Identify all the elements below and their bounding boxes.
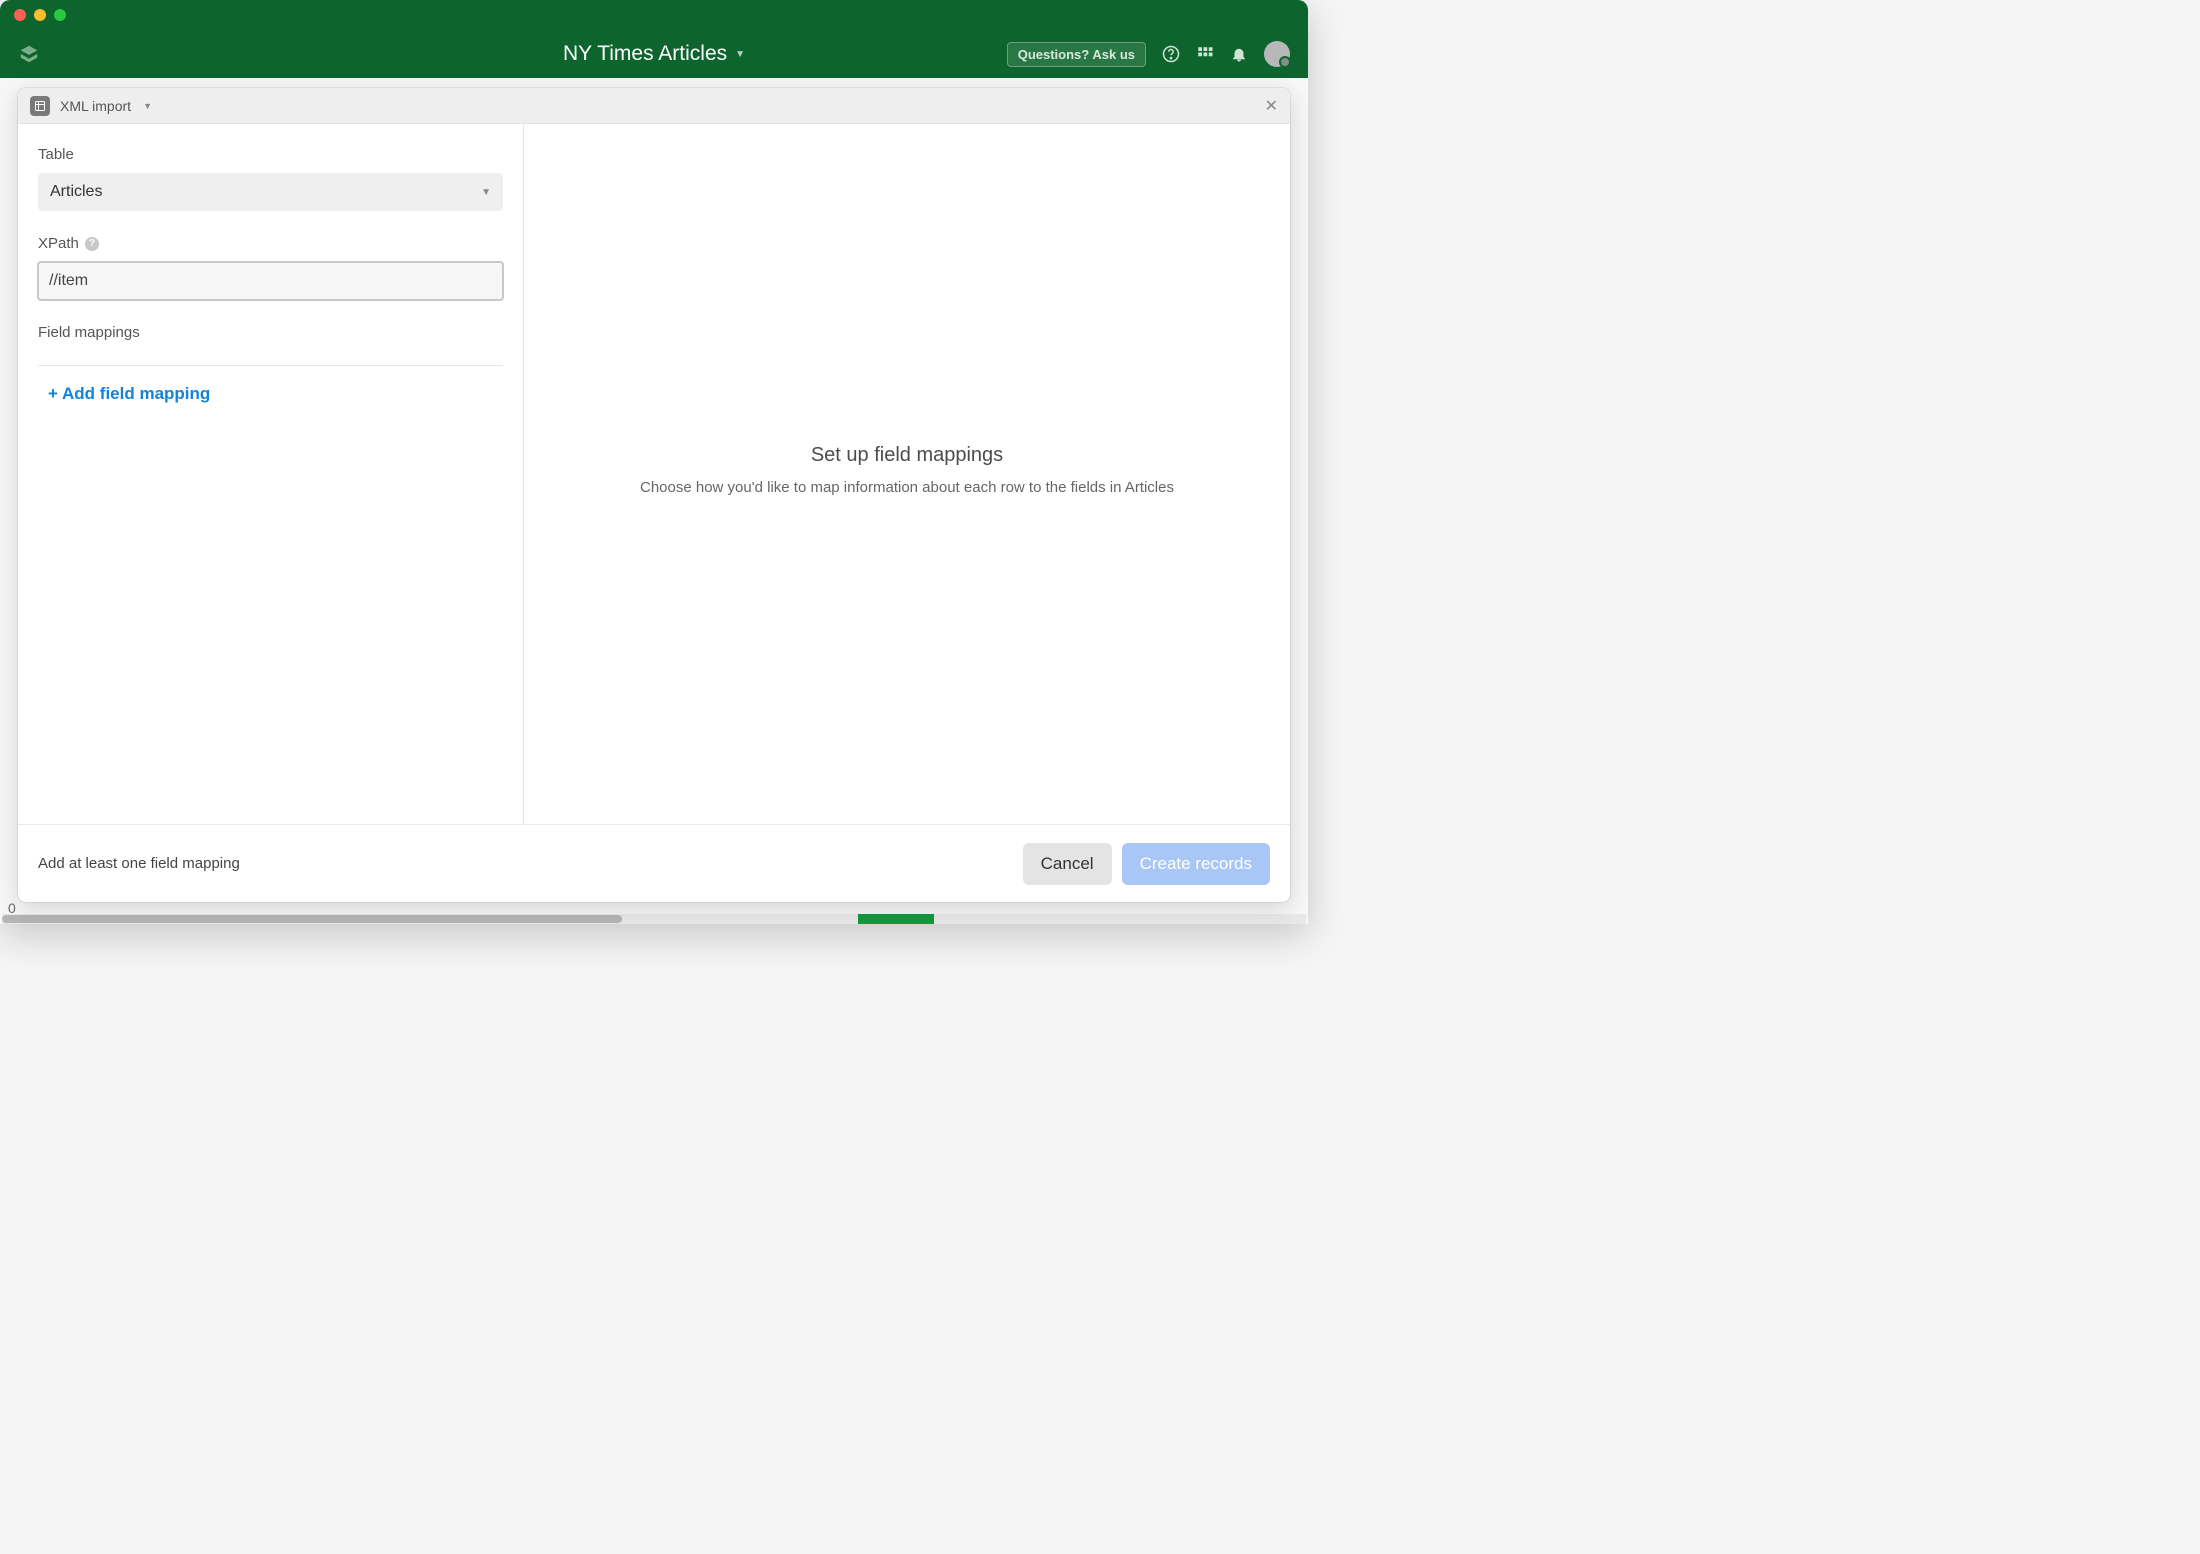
macos-window: NY Times Articles ▼ Questions? Ask us 0 bbox=[0, 0, 1308, 924]
right-pane-title: Set up field mappings bbox=[811, 444, 1003, 467]
xml-import-modal: XML import ▼ ✕ Table Articles ▼ XPath ? … bbox=[18, 88, 1290, 902]
modal-body: Table Articles ▼ XPath ? Field mappings … bbox=[18, 124, 1290, 824]
cancel-button[interactable]: Cancel bbox=[1023, 843, 1112, 885]
add-field-mapping-button[interactable]: + Add field mapping bbox=[48, 384, 503, 404]
minimize-window-button[interactable] bbox=[34, 9, 46, 21]
help-icon[interactable] bbox=[1162, 45, 1180, 63]
modal-titlebar: XML import ▼ ✕ bbox=[18, 88, 1290, 124]
apps-grid-icon[interactable] bbox=[1196, 45, 1214, 63]
base-title: NY Times Articles bbox=[563, 42, 727, 66]
horizontal-scrollbar-thumb[interactable] bbox=[2, 915, 622, 923]
table-select-value: Articles bbox=[50, 183, 102, 201]
maximize-window-button[interactable] bbox=[54, 9, 66, 21]
close-modal-button[interactable]: ✕ bbox=[1265, 96, 1278, 116]
chevron-down-icon: ▼ bbox=[481, 187, 491, 198]
block-icon bbox=[30, 96, 50, 116]
divider bbox=[38, 365, 503, 366]
footer-message: Add at least one field mapping bbox=[38, 855, 240, 872]
app-header: NY Times Articles ▼ Questions? Ask us bbox=[0, 30, 1308, 78]
xpath-input[interactable] bbox=[38, 262, 503, 300]
table-label: Table bbox=[38, 146, 503, 163]
modal-footer: Add at least one field mapping Cancel Cr… bbox=[18, 824, 1290, 902]
close-window-button[interactable] bbox=[14, 9, 26, 21]
xpath-help-icon[interactable]: ? bbox=[85, 237, 99, 251]
user-avatar[interactable] bbox=[1264, 41, 1290, 67]
modal-title: XML import bbox=[60, 98, 131, 114]
field-mappings-label: Field mappings bbox=[38, 324, 503, 341]
right-pane: Set up field mappings Choose how you'd l… bbox=[524, 124, 1290, 824]
ask-us-button[interactable]: Questions? Ask us bbox=[1007, 42, 1146, 67]
window-titlebar bbox=[0, 0, 1308, 30]
create-records-button[interactable]: Create records bbox=[1122, 843, 1270, 885]
chevron-down-icon[interactable]: ▼ bbox=[143, 101, 152, 111]
chevron-down-icon: ▼ bbox=[735, 49, 745, 60]
notifications-icon[interactable] bbox=[1230, 45, 1248, 63]
active-tab-indicator bbox=[858, 914, 934, 924]
right-pane-subtitle: Choose how you'd like to map information… bbox=[640, 479, 1174, 496]
table-select[interactable]: Articles ▼ bbox=[38, 173, 503, 211]
app-logo-icon[interactable] bbox=[18, 43, 40, 65]
left-pane: Table Articles ▼ XPath ? Field mappings … bbox=[18, 124, 524, 824]
base-title-dropdown[interactable]: NY Times Articles ▼ bbox=[563, 42, 745, 66]
xpath-label: XPath ? bbox=[38, 235, 503, 252]
